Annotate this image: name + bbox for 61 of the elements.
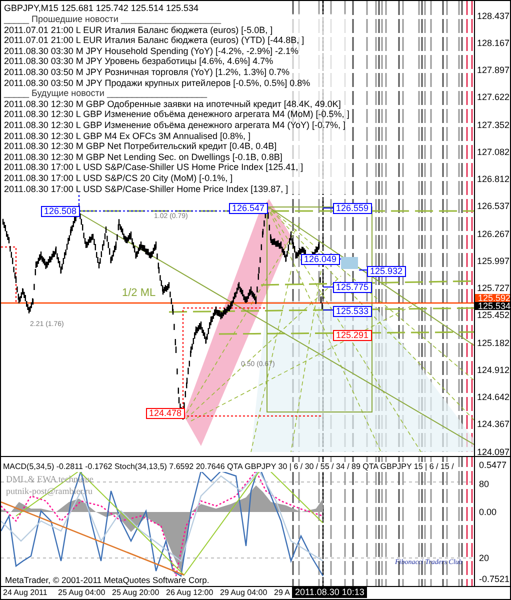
axis-tick-label: -0.7521 xyxy=(479,574,510,584)
news-heading: _____ Прошедшие новости ____________________ xyxy=(4,14,222,25)
price-label: 126.547 xyxy=(229,203,268,214)
time-axis-label: 29 A xyxy=(274,588,290,598)
price-label: 126.559 xyxy=(333,203,372,214)
axis-tick-label: 124.367 xyxy=(477,420,510,430)
news-item: 2011.08.30 12:30 L GBP M4 Ex OFCs 3M Annualised [0.8%, ] xyxy=(4,130,252,142)
time-axis-label: 25 Aug 04:00 xyxy=(58,588,106,598)
axis-tick-label: 127.352 xyxy=(477,120,510,130)
news-item: 2011.08.30 12:30 M GBP Net Потребительский кредит [0.4B, 0.4B] xyxy=(4,141,278,152)
news-item: 2011.08.30 12:30 M GBP Net Lending Sec. on Dwellings [-0.1B, 0.8B] xyxy=(4,152,284,162)
news-item: 2011.07.01 21:00 L EUR Италия Баланс бюджета (euros) [-5.0B, ] xyxy=(4,24,274,36)
axis-tick-label: 128.167 xyxy=(477,38,510,48)
copyright-text: MetaTrader, © 2001-2011 MetaQuotes Software Corp. xyxy=(5,575,210,585)
indicator-header: MACD(5,34,5) -0.2811 -0.1762 Stoch(34,13,5) 7.6592 20.7646 QTA GBPJPY 30 | 6 / 30 / 55 / 34 / 89 QTA GBPJPY 15 | 6 / 15 / xyxy=(3,462,454,472)
news-item: 2011.08.30 12:30 L GBP Изменение объёма денежного агрегата M4 (MoM) [-0.5%, ] xyxy=(4,109,350,120)
time-axis-label: 26 Aug 12:00 xyxy=(166,588,214,598)
news-heading: _____ Будущие новости ____________________ xyxy=(4,88,208,99)
last-price-tag: 125.534 xyxy=(475,302,510,310)
axis-tick-label: 124.912 xyxy=(477,366,510,375)
news-item: 2011.08.30 03:50 M JPY Продажи крупных ритейлеров [-0.5%, 0.5%] 0.8% xyxy=(4,78,312,88)
time-axis-label: 29 Aug 04:00 xyxy=(220,588,268,598)
axis-tick-label: 125.997 xyxy=(477,256,510,266)
news-item: 2011.08.30 03:50 M JPY Розничная торговля (YoY) [1.2%, 1.3%] 0.7% xyxy=(4,66,290,78)
chart-header: GBPJPY,M15 125.681 125.742 125.514 125.534 xyxy=(4,3,198,14)
axis-tick-label: 80 xyxy=(479,479,490,489)
price-label: 124.478 xyxy=(146,408,185,419)
axis-tick-label: 125.727 xyxy=(477,284,510,293)
time-axis-label: 24 Aug 2011 xyxy=(3,588,48,598)
price-label: 125.291 xyxy=(333,330,372,341)
axis-tick-label: 127.082 xyxy=(477,148,510,157)
axis-tick-label: 124.642 xyxy=(477,393,510,402)
news-item: 2011.08.30 17:00 L USD S&P/Case-Shiller Home Price Index [139.87, ] xyxy=(4,184,290,194)
axis-tick-label: 125.182 xyxy=(477,338,510,348)
news-item: 2011.08.30 03:30 M JPY Уровень безработицы [4.6%, 4.6%] 4.7% xyxy=(4,56,274,67)
annotation-label: 1/2 ML xyxy=(122,288,156,299)
axis-tick-label: 20 xyxy=(479,553,490,563)
axis-tick-label: 126.537 xyxy=(477,202,510,212)
news-item: 2011.08.30 12:30 M GBP Одобренные заявки на ипотечный кредит [48.4K, 49.0K] xyxy=(4,98,342,110)
price-label: 125.533 xyxy=(333,306,372,317)
axis-tick-label: 128.437 xyxy=(477,12,510,20)
axis-tick-label: 125.452 xyxy=(477,311,510,320)
price-label: 125.775 xyxy=(333,282,372,293)
axis-tick-label: 126.812 xyxy=(477,175,510,184)
news-item: 2011.08.30 03:30 M JPY Household Spending (YoY) [-4.2%, -2.9%] -2.1% xyxy=(4,46,300,56)
news-item: 2011.08.30 17:00 L USD S&P/Case-Shiller US Home Price Index [125.41, ] xyxy=(4,162,304,173)
price-label: 125.932 xyxy=(367,266,406,277)
axis-tick-label: 126.267 xyxy=(477,230,510,238)
news-item: 2011.08.30 12:30 L GBP Изменение объёма денежного агрегата M4 (YoY) [-0.7%, ] xyxy=(4,120,346,131)
axis-tick-label: 127.897 xyxy=(477,66,510,75)
cursor-time-tag: 2011.08.30 10:13 xyxy=(292,587,368,598)
news-item: 2011.08.30 17:00 L USD S&P/CS 20 City (MoM) [-0.1%, ] xyxy=(4,172,234,184)
axis-tick-label: 0.5477 xyxy=(479,460,507,470)
price-label: 126.508 xyxy=(41,206,80,217)
news-item: 2011.07.01 21:00 L EUR Италия Баланс бюджета (euros) (YTD) [-44.8B, ] xyxy=(4,35,306,46)
bid-price-tag: 125.592 xyxy=(475,294,510,302)
axis-tick-label: 124.097 xyxy=(477,448,510,456)
time-axis-label: 25 Aug 20:00 xyxy=(112,588,160,598)
price-label: 126.049 xyxy=(301,254,340,265)
axis-tick-label: 127.622 xyxy=(477,93,510,102)
axis-tick-label: 0.00 xyxy=(479,507,497,517)
